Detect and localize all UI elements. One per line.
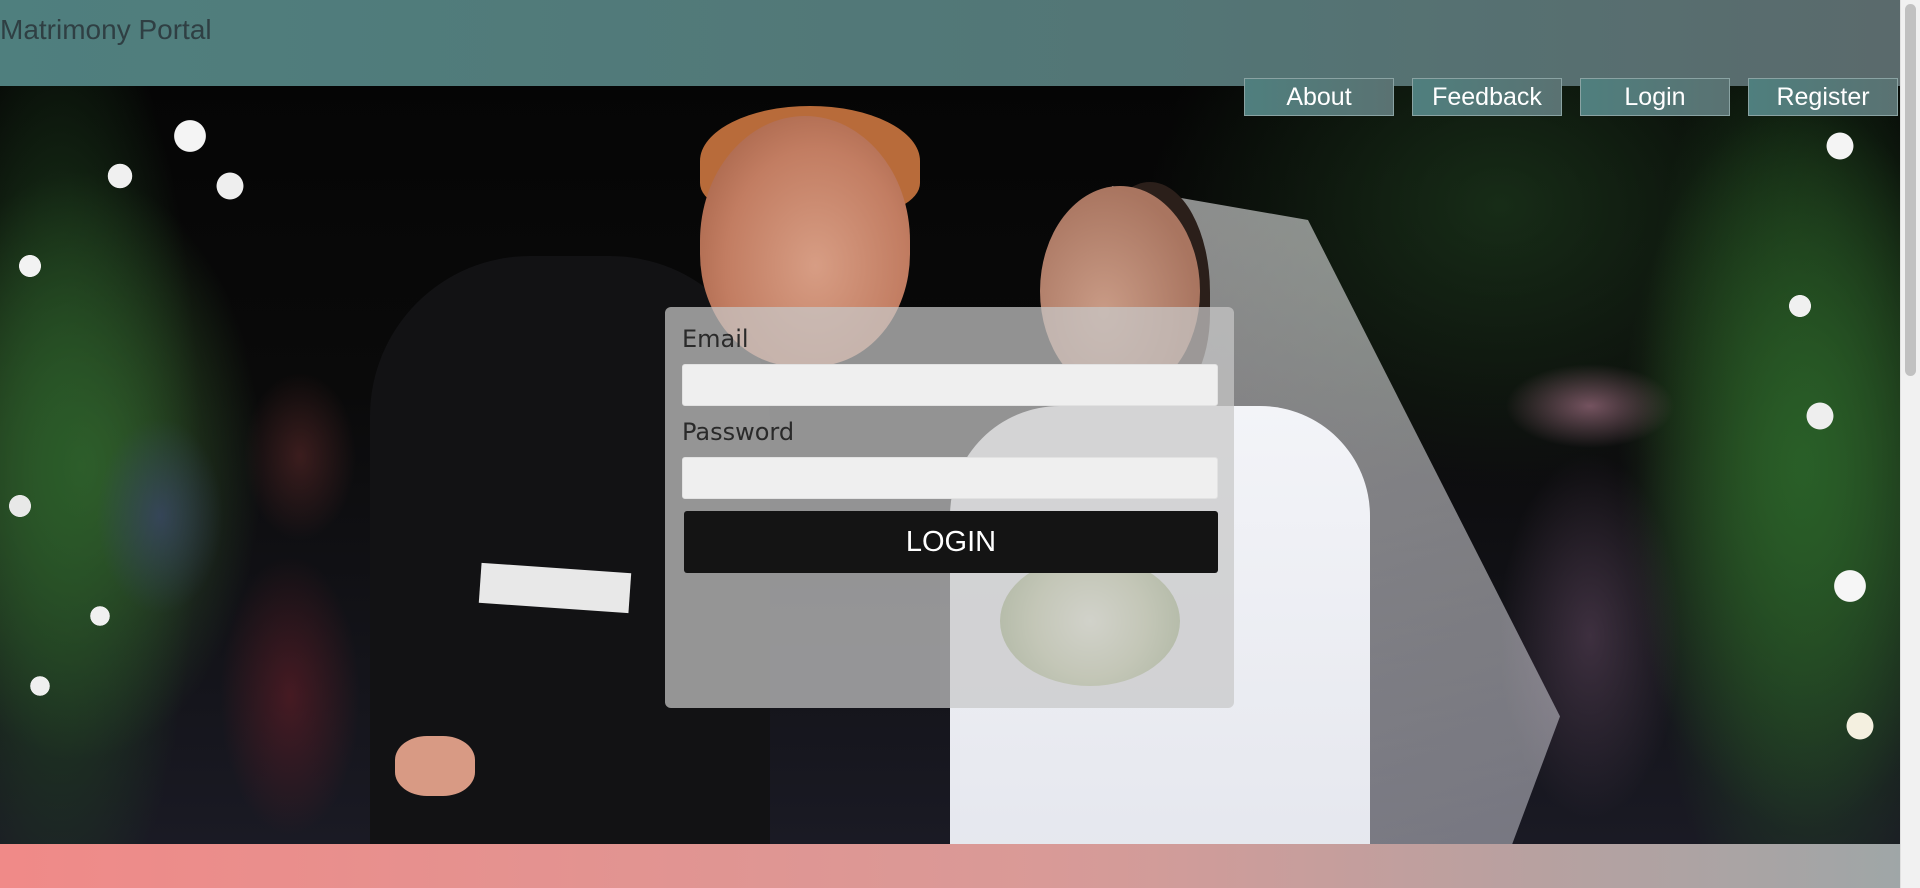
scrollbar-thumb[interactable] — [1905, 4, 1916, 376]
email-label: Email — [682, 325, 749, 353]
email-field[interactable] — [682, 364, 1218, 406]
site-header: Matrimony Portal — [0, 0, 1900, 86]
site-brand[interactable]: Matrimony Portal — [0, 14, 212, 46]
nav-register-button[interactable]: Register — [1748, 78, 1898, 116]
nav-feedback-button[interactable]: Feedback — [1412, 78, 1562, 116]
groom-hand — [395, 736, 475, 796]
password-field[interactable] — [682, 457, 1218, 499]
page-scrollbar[interactable] — [1900, 0, 1920, 888]
guests-left — [40, 336, 380, 844]
login-submit-button[interactable]: LOGIN — [684, 511, 1218, 573]
nav-about-button[interactable]: About — [1244, 78, 1394, 116]
footer-strip — [0, 844, 1900, 888]
password-label: Password — [682, 418, 795, 446]
top-nav: About Feedback Login Register — [1244, 78, 1898, 116]
login-panel: Email Password LOGIN — [665, 307, 1234, 708]
nav-login-button[interactable]: Login — [1580, 78, 1730, 116]
